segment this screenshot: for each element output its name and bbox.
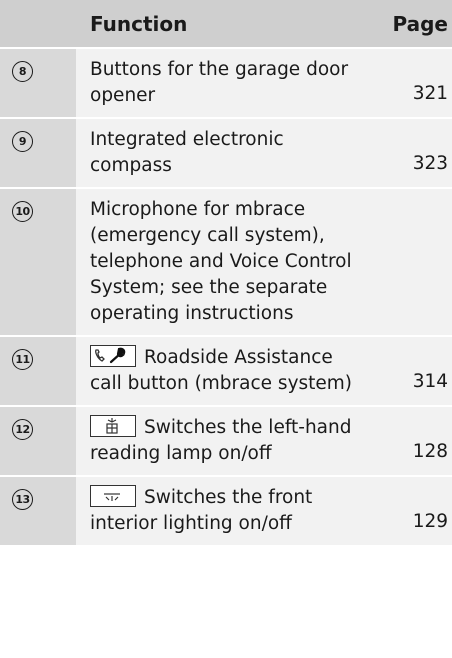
- header-page: Page: [370, 0, 452, 49]
- circled-number: 12: [12, 419, 33, 440]
- phone-wrench-icon: [90, 345, 136, 367]
- table-row: 9 Integrated electronic compass 323: [0, 118, 452, 189]
- page-cell: 323: [370, 118, 452, 189]
- row-number-cell: 10: [0, 188, 76, 337]
- interior-light-icon: [90, 485, 136, 507]
- function-text: Buttons for the garage door opener: [90, 59, 349, 106]
- page-cell: 321: [370, 48, 452, 119]
- circled-number: 10: [12, 201, 33, 222]
- circled-number: 9: [12, 131, 33, 152]
- function-cell: Switches the front interior lighting on/…: [76, 476, 370, 547]
- reading-lamp-icon: [90, 415, 136, 437]
- table-row: 12 Switches the left-hand reading lamp o…: [0, 406, 452, 477]
- circled-number: 11: [12, 349, 33, 370]
- row-number-cell: 12: [0, 406, 76, 477]
- function-cell: Buttons for the garage door opener: [76, 48, 370, 119]
- circled-number: 8: [12, 61, 33, 82]
- table-row: 11 Roadside Assistance call button (mbra…: [0, 336, 452, 407]
- page-cell: 314: [370, 336, 452, 407]
- function-cell: Microphone for mbrace (emergency call sy…: [76, 188, 370, 337]
- circled-number: 13: [12, 489, 33, 510]
- table-row: 13 Switches the front interior lighting …: [0, 476, 452, 547]
- function-cell: Roadside Assistance call button (mbrace …: [76, 336, 370, 407]
- function-table: Function Page 8 Buttons for the garage d…: [0, 0, 452, 547]
- table-row: 10 Microphone for mbrace (emergency call…: [0, 188, 452, 337]
- row-number-cell: 9: [0, 118, 76, 189]
- function-text: Microphone for mbrace (emergency call sy…: [90, 199, 352, 324]
- header-function: Function: [76, 0, 370, 49]
- function-text: Integrated electronic compass: [90, 129, 284, 176]
- function-cell: Switches the left-hand reading lamp on/o…: [76, 406, 370, 477]
- table-row: 8 Buttons for the garage door opener 321: [0, 48, 452, 119]
- page-cell: 128: [370, 406, 452, 477]
- table-header-row: Function Page: [0, 0, 452, 49]
- page-cell: 129: [370, 476, 452, 547]
- row-number-cell: 13: [0, 476, 76, 547]
- row-number-cell: 11: [0, 336, 76, 407]
- function-cell: Integrated electronic compass: [76, 118, 370, 189]
- row-number-cell: 8: [0, 48, 76, 119]
- page-cell: [370, 188, 452, 337]
- header-number-column: [0, 0, 76, 49]
